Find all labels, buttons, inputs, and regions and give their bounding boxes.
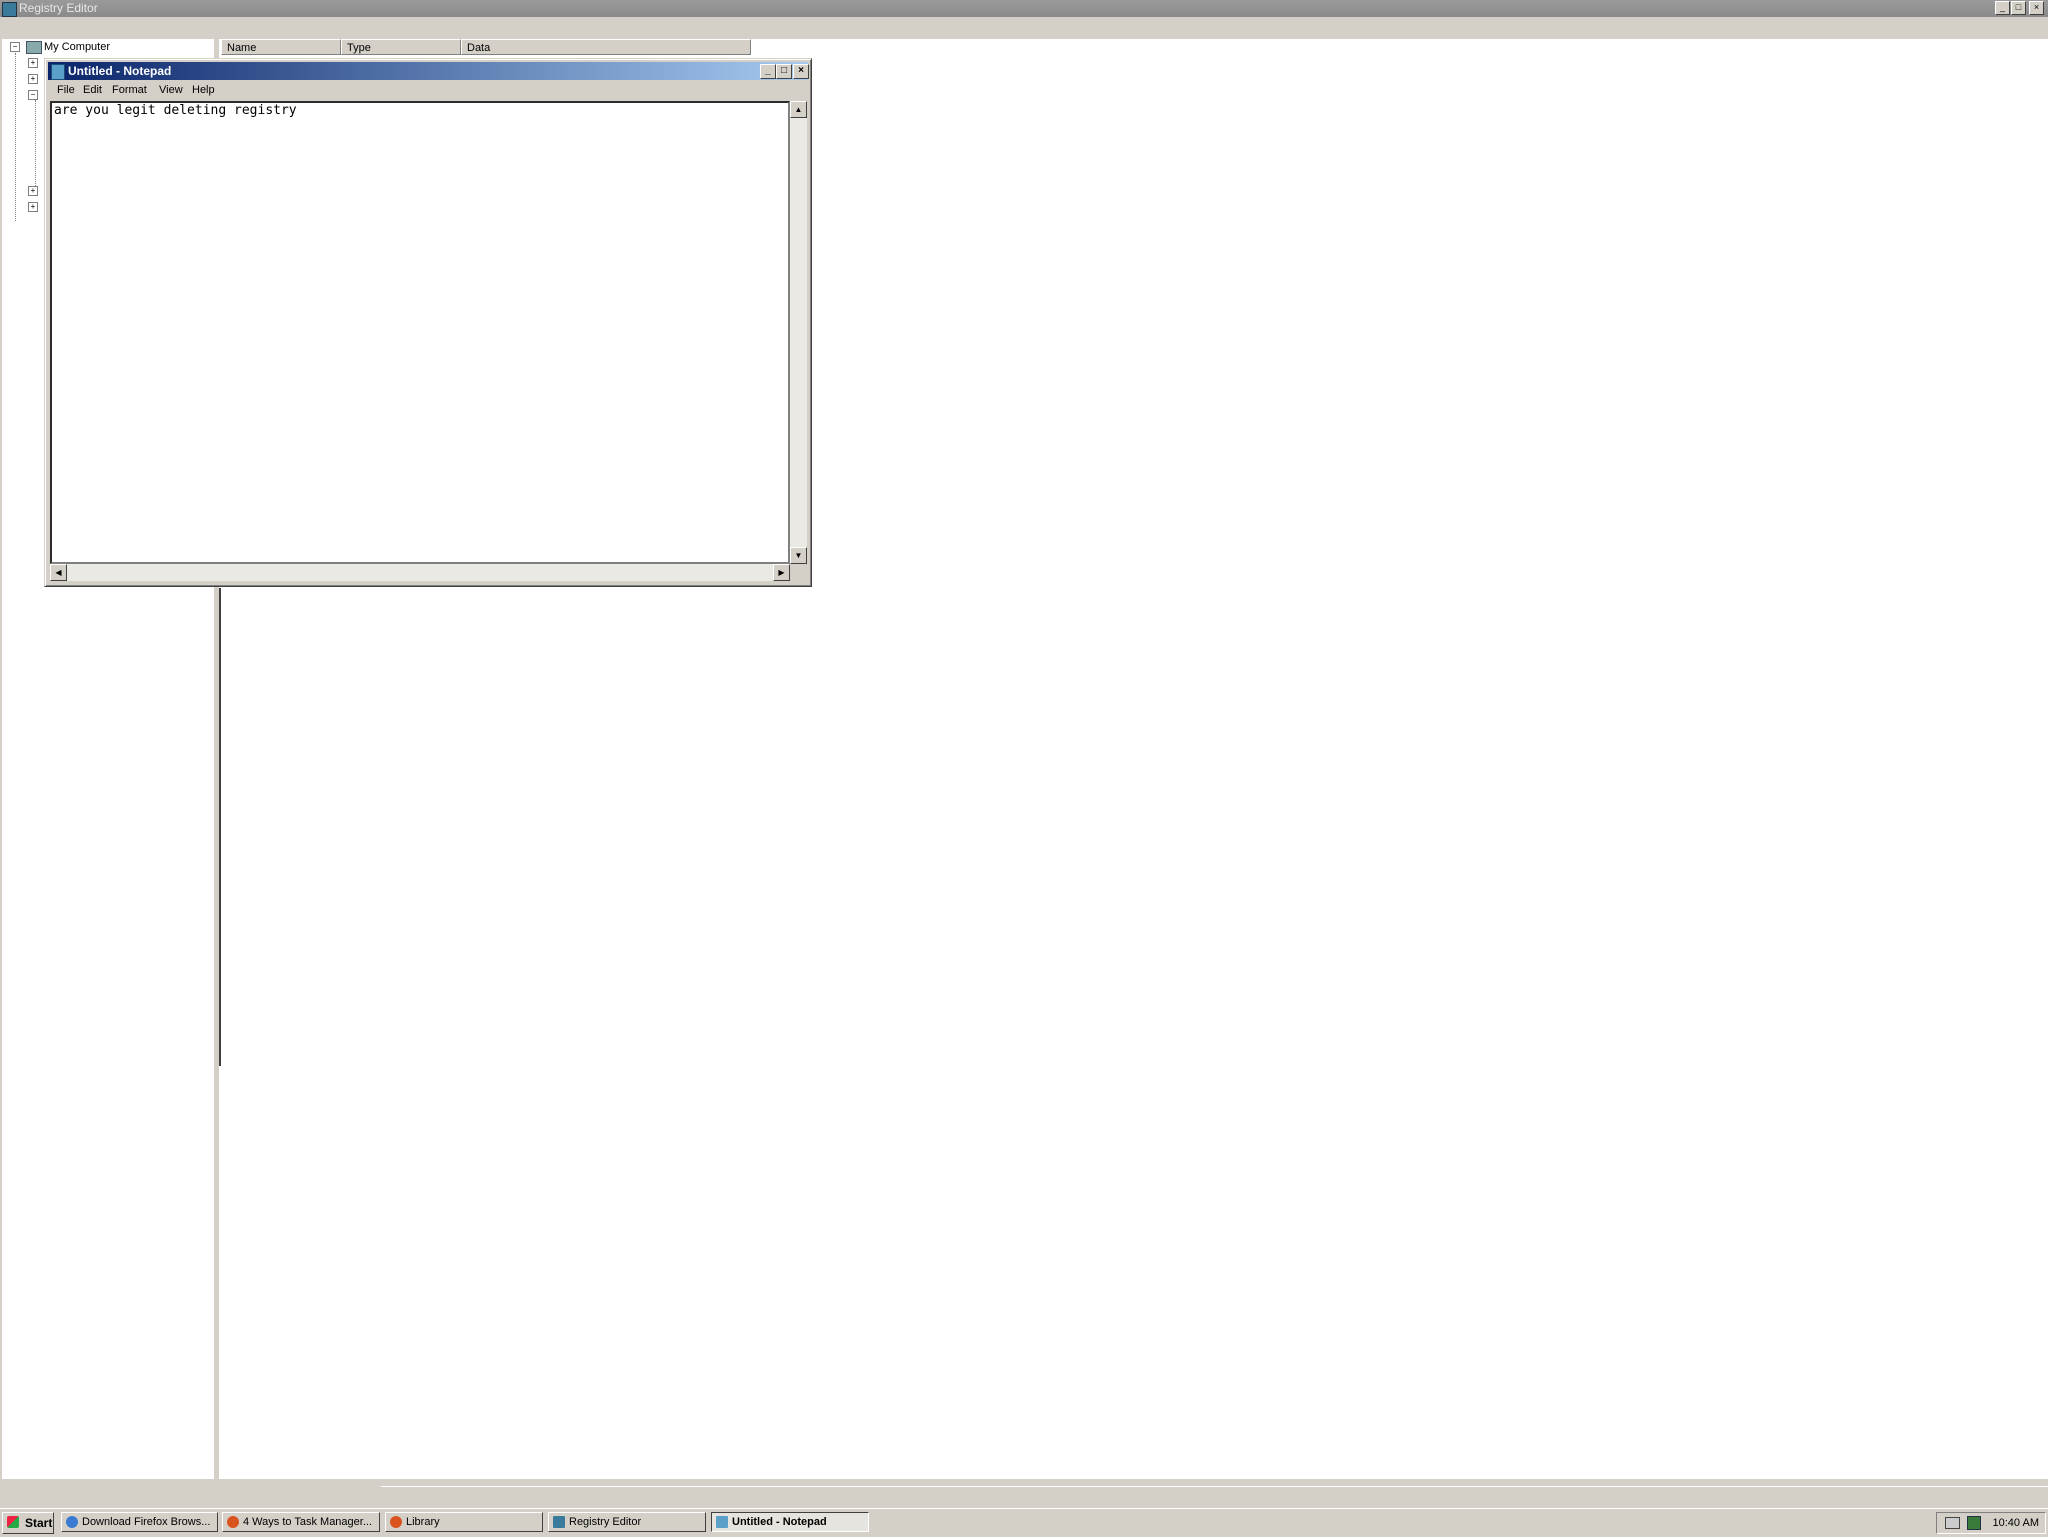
- menu-file[interactable]: File: [57, 84, 75, 96]
- column-header-data[interactable]: Data: [461, 39, 751, 55]
- notepad-title: Untitled - Notepad: [68, 64, 172, 78]
- taskbar-button-label: Library: [406, 1516, 440, 1528]
- column-header-type[interactable]: Type: [341, 39, 461, 55]
- notepad-titlebar[interactable]: Untitled - Notepad _ □ ×: [48, 62, 809, 80]
- start-button[interactable]: Start: [2, 1512, 54, 1534]
- taskbar-button-label: 4 Ways to Task Manager...: [243, 1516, 373, 1528]
- scroll-left-icon[interactable]: ◀: [50, 564, 67, 581]
- ie-icon: [66, 1516, 78, 1528]
- collapse-icon[interactable]: −: [10, 42, 20, 52]
- notepad-text: are you legit deleting registry: [54, 103, 297, 118]
- tree-node-my-computer[interactable]: My Computer: [44, 41, 110, 53]
- start-label: Start: [25, 1516, 53, 1530]
- computer-icon: [26, 41, 42, 54]
- tree-line: [15, 53, 16, 221]
- taskbar-button-library[interactable]: Library: [385, 1512, 543, 1532]
- expand-icon[interactable]: +: [28, 74, 38, 84]
- resize-grip-icon[interactable]: [790, 564, 807, 581]
- vertical-scrollbar[interactable]: ▲ ▼: [790, 101, 807, 564]
- taskbar-button-label: Untitled - Notepad: [732, 1516, 827, 1528]
- pane-divider-line: [219, 588, 221, 1066]
- column-header-name[interactable]: Name: [221, 39, 341, 55]
- windows-logo-icon: [7, 1516, 19, 1528]
- taskbar-button-label: Download Firefox Brows...: [82, 1516, 211, 1528]
- menu-view[interactable]: View: [159, 84, 183, 96]
- scroll-right-icon[interactable]: ▶: [773, 564, 790, 581]
- scroll-up-icon[interactable]: ▲: [790, 101, 807, 118]
- notepad-icon: [716, 1516, 728, 1528]
- tree-line: [35, 100, 36, 190]
- taskbar: Start Download Firefox Brows... 4 Ways t…: [0, 1508, 2048, 1537]
- menu-format[interactable]: Format: [112, 84, 147, 96]
- regedit-icon: [553, 1516, 565, 1528]
- taskbar-button-task-manager[interactable]: 4 Ways to Task Manager...: [222, 1512, 380, 1532]
- network-icon[interactable]: [1967, 1516, 1981, 1530]
- system-tray: 10:40 AM: [1936, 1512, 2046, 1534]
- maximize-button[interactable]: □: [2011, 1, 2026, 15]
- minimize-button[interactable]: _: [1995, 1, 2010, 15]
- registry-editor-title: Registry Editor: [19, 1, 98, 15]
- close-button[interactable]: ×: [2029, 1, 2044, 15]
- taskbar-button-firefox-download[interactable]: Download Firefox Brows...: [61, 1512, 218, 1532]
- maximize-button[interactable]: □: [776, 64, 792, 79]
- taskbar-button-notepad[interactable]: Untitled - Notepad: [711, 1512, 869, 1532]
- menu-edit[interactable]: Edit: [83, 84, 102, 96]
- registry-editor-titlebar[interactable]: Registry Editor _ □ ×: [0, 0, 2048, 17]
- close-button[interactable]: ×: [793, 64, 809, 79]
- taskbar-button-label: Registry Editor: [569, 1516, 642, 1528]
- notepad-window[interactable]: Untitled - Notepad _ □ × File Edit Forma…: [44, 58, 812, 587]
- taskbar-top-edge: [381, 1486, 2048, 1509]
- horizontal-scrollbar[interactable]: ◀ ▶: [50, 564, 790, 581]
- expand-icon[interactable]: +: [28, 58, 38, 68]
- firefox-icon: [227, 1516, 239, 1528]
- clock[interactable]: 10:40 AM: [1993, 1517, 2039, 1529]
- firefox-icon: [390, 1516, 402, 1528]
- taskbar-button-registry-editor[interactable]: Registry Editor: [548, 1512, 706, 1532]
- menu-help[interactable]: Help: [192, 84, 215, 96]
- expand-icon[interactable]: +: [28, 186, 38, 196]
- scroll-down-icon[interactable]: ▼: [790, 547, 807, 564]
- notepad-text-area[interactable]: are you legit deleting registry: [50, 101, 790, 564]
- printer-icon[interactable]: [1945, 1517, 1960, 1529]
- notepad-icon: [51, 64, 65, 80]
- expand-icon[interactable]: +: [28, 202, 38, 212]
- collapse-icon[interactable]: −: [28, 90, 38, 100]
- minimize-button[interactable]: _: [760, 64, 776, 79]
- regedit-icon: [2, 2, 17, 17]
- notepad-menubar: File Edit Format View Help: [48, 81, 808, 99]
